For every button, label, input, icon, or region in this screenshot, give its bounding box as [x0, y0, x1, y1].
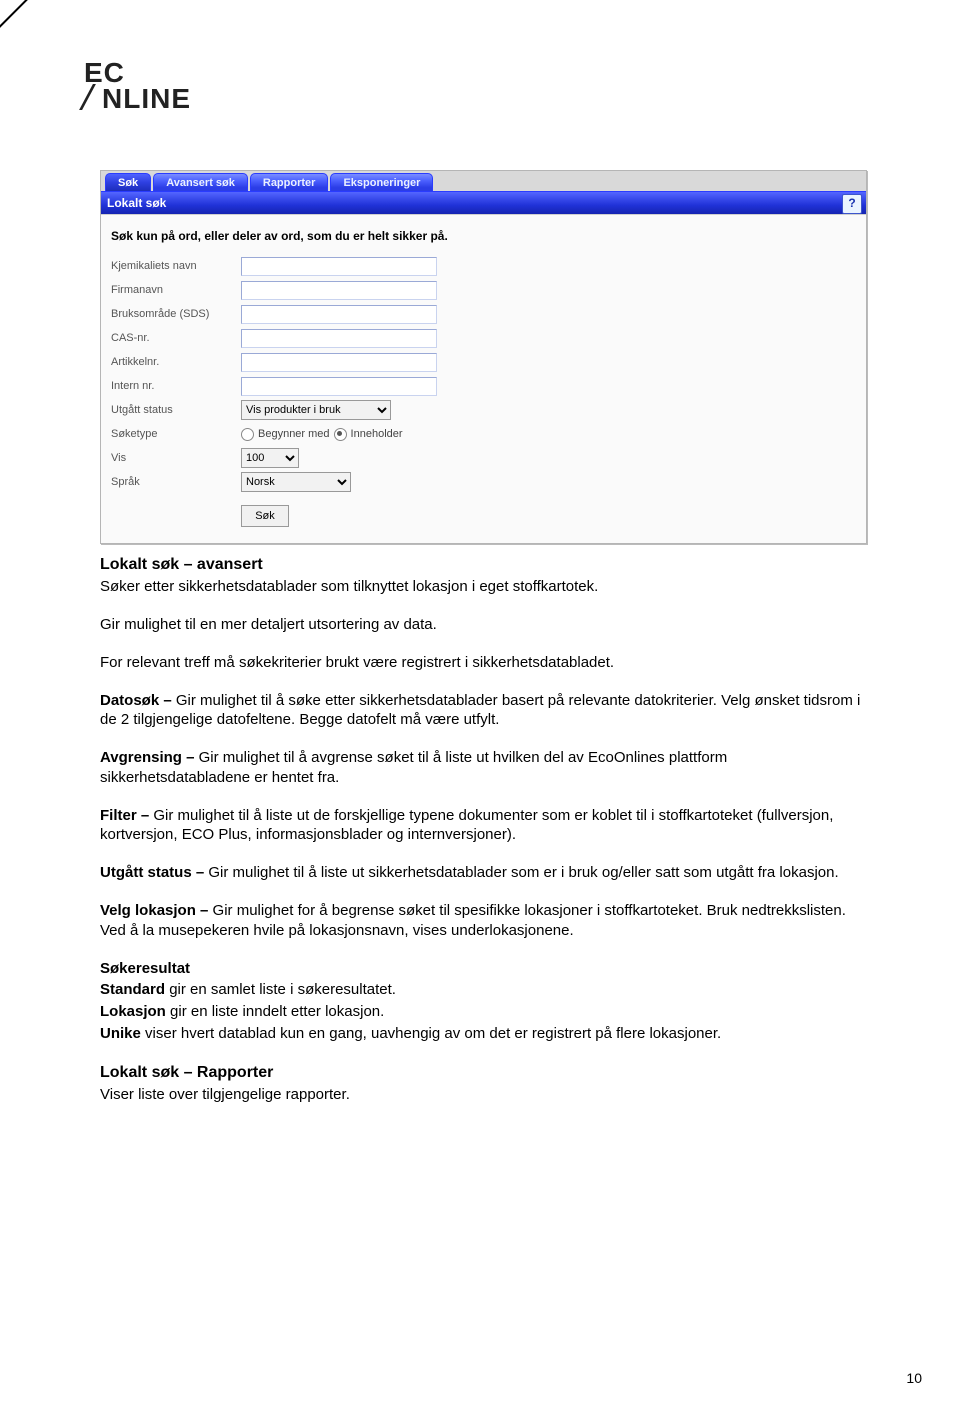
heading-lokalt-sok-avansert: Lokalt søk – avansert — [100, 554, 870, 575]
paragraph: Viser liste over tilgjengelige rapporter… — [100, 1085, 870, 1105]
term-avgrensing: Avgrensing – — [100, 749, 199, 766]
tab-bar: Søk Avansert søk Rapporter Eksponeringer — [101, 171, 866, 191]
label-use: Bruksområde (SDS) — [111, 308, 241, 320]
label-intern: Intern nr. — [111, 380, 241, 392]
search-hint: Søk kun på ord, eller deler av ord, som … — [111, 229, 856, 243]
label-vis: Vis — [111, 452, 241, 464]
text: Gir mulighet til å liste ut sikkerhetsda… — [208, 864, 838, 881]
help-button[interactable]: ? — [842, 194, 862, 214]
input-art[interactable] — [241, 353, 437, 372]
line-unike: Unike viser hvert datablad kun en gang, … — [100, 1024, 870, 1044]
tab-rapporter[interactable]: Rapporter — [250, 173, 329, 191]
label-status: Utgått status — [111, 404, 241, 416]
label-chemical: Kjemikaliets navn — [111, 260, 241, 272]
app-screenshot: Søk Avansert søk Rapporter Eksponeringer… — [100, 170, 867, 544]
label-art: Artikkelnr. — [111, 356, 241, 368]
ecoonline-logo: EC NLINE — [84, 60, 191, 112]
text: Gir mulighet til å liste ut de forskjell… — [100, 807, 833, 844]
paragraph: Avgrensing – Gir mulighet til å avgrense… — [100, 748, 870, 788]
term-datosok: Datosøk – — [100, 692, 176, 709]
select-vis[interactable]: 100 — [241, 448, 299, 468]
input-cas[interactable] — [241, 329, 437, 348]
term-sokeresultat: Søkeresultat — [100, 959, 870, 979]
term-utgatt: Utgått status – — [100, 864, 208, 881]
label-searchtype: Søketype — [111, 428, 241, 440]
logo-line2: NLINE — [102, 83, 191, 114]
paragraph: Datosøk – Gir mulighet til å søke etter … — [100, 691, 870, 731]
radio-begins-with[interactable] — [241, 428, 254, 441]
paragraph: Filter – Gir mulighet til å liste ut de … — [100, 806, 870, 846]
paragraph: Gir mulighet til en mer detaljert utsort… — [100, 615, 870, 635]
radio-contains-label: Inneholder — [351, 428, 403, 440]
select-lang[interactable]: Norsk — [241, 472, 351, 492]
input-firm[interactable] — [241, 281, 437, 300]
document-body: Lokalt søk – avansert Søker etter sikker… — [100, 554, 870, 1123]
input-intern[interactable] — [241, 377, 437, 396]
subheader: Lokalt søk ? — [101, 191, 866, 214]
radio-begins-with-label: Begynner med — [258, 428, 330, 440]
tab-eksponeringer[interactable]: Eksponeringer — [330, 173, 433, 191]
search-button[interactable]: Søk — [241, 505, 289, 527]
input-use[interactable] — [241, 305, 437, 324]
paragraph: Søker etter sikkerhetsdatablader som til… — [100, 577, 870, 597]
label-lang: Språk — [111, 476, 241, 488]
tab-sok[interactable]: Søk — [105, 173, 151, 191]
paragraph: Utgått status – Gir mulighet til å liste… — [100, 863, 870, 883]
paragraph: Velg lokasjon – Gir mulighet for å begre… — [100, 901, 870, 941]
paragraph: For relevant treff må søkekriterier bruk… — [100, 653, 870, 673]
label-firm: Firmanavn — [111, 284, 241, 296]
line-lokasjon: Lokasjon gir en liste inndelt etter loka… — [100, 1002, 870, 1022]
input-chemical[interactable] — [241, 257, 437, 276]
line-standard: Standard gir en samlet liste i søkeresul… — [100, 980, 870, 1000]
label-cas: CAS-nr. — [111, 332, 241, 344]
select-status[interactable]: Vis produkter i bruk — [241, 400, 391, 420]
term-filter: Filter – — [100, 807, 153, 824]
search-form: Søk kun på ord, eller deler av ord, som … — [101, 214, 866, 543]
tab-avansert-sok[interactable]: Avansert søk — [153, 173, 248, 191]
heading-lokalt-sok-rapporter: Lokalt søk – Rapporter — [100, 1062, 870, 1083]
subheader-title: Lokalt søk — [107, 196, 166, 210]
text: Gir mulighet for å begrense søket til sp… — [100, 902, 846, 939]
page-number: 10 — [906, 1370, 922, 1386]
text: Gir mulighet til å søke etter sikkerhets… — [100, 692, 860, 729]
radio-contains[interactable] — [334, 428, 347, 441]
logo-slash-icon — [84, 86, 102, 108]
term-velg-lokasjon: Velg lokasjon – — [100, 902, 213, 919]
